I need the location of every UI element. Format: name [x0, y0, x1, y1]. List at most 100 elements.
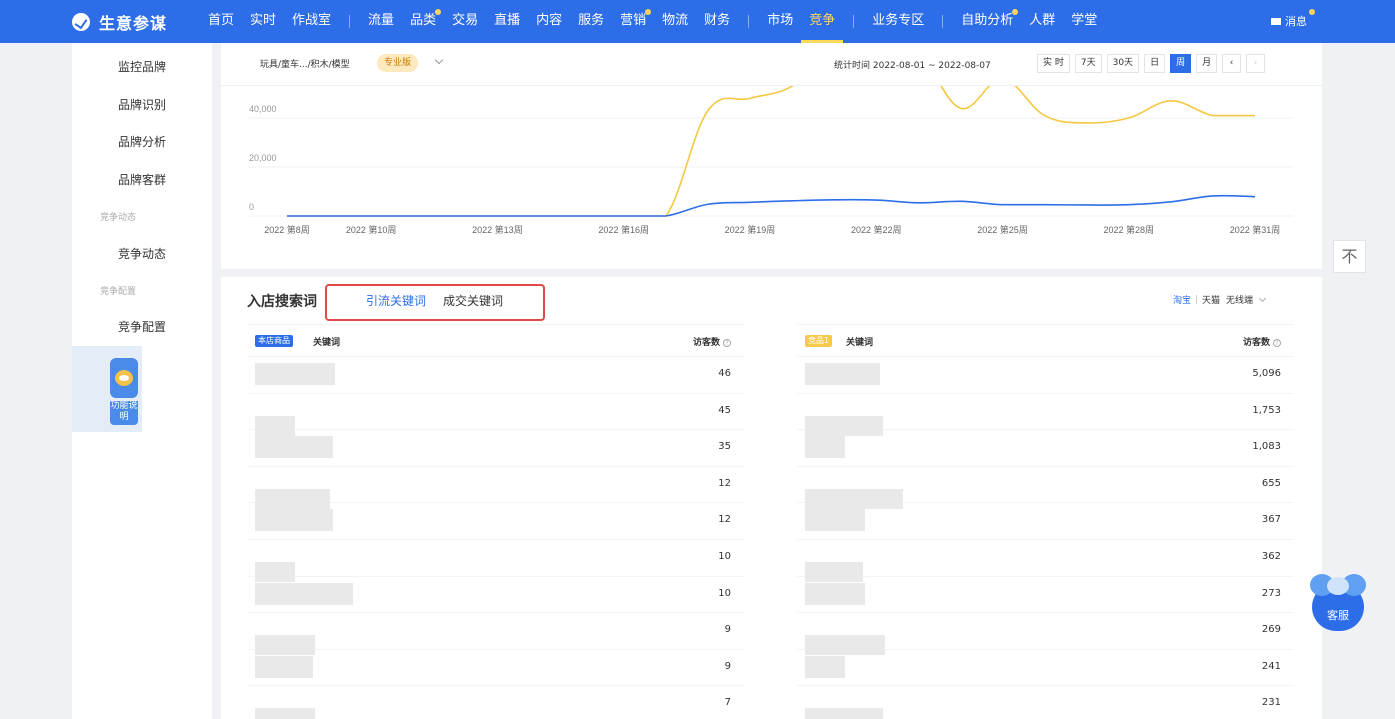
platform-taobao[interactable]: 淘宝 [1173, 293, 1191, 306]
nav-item-label: 服务 [578, 13, 605, 28]
elephant-face-icon [1327, 577, 1349, 595]
nav-item-label: 实时 [250, 13, 277, 28]
x-tick-label: 2022 第19周 [725, 224, 776, 235]
blurred-keyword [805, 655, 845, 678]
period-button[interactable]: 日 [1144, 54, 1166, 73]
competitor-keywords-table: 竞品1 关键词 访客数? 5,096 1,753 1,083 655 367 362 273… [797, 324, 1294, 719]
visitor-count: 273 [1261, 587, 1281, 599]
nav-menu: 首页 实时 作战室 流量 品类 交易 直播 内容 服务 营销 物流 财务 市场 竞争 业务专区 自助分析 人群学… [200, 0, 1105, 43]
sidebar-item[interactable]: 监控品牌 [72, 58, 212, 75]
nav-item[interactable]: 首页 [200, 0, 242, 43]
nav-item-label: 作战室 [292, 13, 332, 28]
chevron-down-icon[interactable] [1259, 294, 1267, 302]
x-tick-label: 2022 第8周 [264, 224, 310, 235]
nav-item-label: 直播 [494, 13, 521, 28]
nav-item[interactable]: 财务 [696, 0, 738, 43]
period-switcher: 实 时 7天 30天日周月 ‹ › [1037, 54, 1266, 73]
edition-badge: 专业版 [377, 54, 419, 72]
visitor-count: 367 [1261, 514, 1281, 526]
chevron-left-icon[interactable]: ‹ [1222, 54, 1242, 73]
nav-item[interactable]: 人群 [1021, 0, 1063, 43]
nav-item-label: 交易 [452, 13, 479, 28]
tab-deal-keywords[interactable]: 成交关键词 [443, 292, 503, 309]
sidebar-item[interactable]: 品牌识别 [72, 96, 212, 113]
table-header: 本店商品 关键词 访客数? [247, 324, 744, 357]
nav-item-label: 流量 [368, 13, 395, 28]
period-button[interactable]: 实 时 [1037, 54, 1070, 73]
nav-item[interactable]: 业务专区 [864, 0, 932, 43]
category-selector[interactable]: 玩具/童车.../积木/模型 [260, 57, 350, 70]
visitor-count: 269 [1261, 624, 1281, 636]
messages-link[interactable]: 消息 [1271, 0, 1315, 43]
nav-item[interactable]: 直播 [486, 0, 528, 43]
period-button[interactable]: 周 [1170, 54, 1192, 73]
table-row: 1,753 [797, 394, 1294, 436]
y-tick-label: 40,000 [249, 104, 277, 114]
nav-item[interactable]: 竞争 [801, 0, 844, 43]
period-button[interactable]: 30天 [1106, 54, 1140, 73]
platform-filter: 淘宝 天猫 无线端 [1173, 293, 1267, 306]
top-navigation: 生意参谋 首页 实时 作战室 流量 品类 交易 直播 内容 服务 营销 物流 财务 市场 竞争 业务专区 自助… [0, 0, 1395, 43]
tab-traffic-keywords[interactable]: 引流关键词 [366, 292, 426, 309]
blurred-keyword [255, 655, 313, 678]
service-label: 客服 [1327, 609, 1349, 622]
nav-item[interactable]: 内容 [528, 0, 570, 43]
nav-item[interactable]: 学堂 [1063, 0, 1105, 43]
nav-item-label: 财务 [704, 13, 731, 28]
table-row: 231 [797, 686, 1294, 719]
visitors-column-header: 访客数? [1243, 335, 1281, 348]
visitor-count: 12 [718, 477, 731, 489]
table-row: 5,096 [797, 357, 1294, 394]
keyword-column-header: 关键词 [313, 338, 341, 348]
nav-divider [748, 15, 750, 28]
table-row: 273 [797, 577, 1294, 614]
competitor-badge: 竞品1 [805, 335, 833, 347]
help-label: 功能说明 [110, 401, 138, 425]
nav-item[interactable]: 作战室 [284, 0, 339, 43]
nav-item[interactable]: 品类 [402, 0, 444, 43]
sidebar-item[interactable]: 品牌客群 [72, 171, 212, 188]
period-button[interactable]: 月 [1196, 54, 1218, 73]
nav-item[interactable]: 服务 [570, 0, 612, 43]
visitors-column-header: 访客数? [693, 335, 731, 348]
help-icon[interactable]: ? [1273, 339, 1281, 347]
sidebar-item[interactable]: 竞争配置 [72, 318, 212, 335]
unread-dot [1309, 9, 1315, 15]
help-icon[interactable]: ? [723, 339, 731, 347]
visitor-count: 1,083 [1252, 441, 1281, 453]
period-button[interactable]: 7天 [1074, 54, 1102, 73]
customer-service-button[interactable]: 客服 [1310, 574, 1366, 631]
mail-icon [1271, 18, 1281, 25]
sidebar-item[interactable]: 品牌分析 [72, 133, 212, 150]
nav-item[interactable]: 实时 [242, 0, 284, 43]
nav-item[interactable]: 物流 [654, 0, 696, 43]
table-row: 655 [797, 467, 1294, 509]
visitor-count: 362 [1261, 550, 1281, 562]
nav-divider [349, 15, 351, 28]
visitor-count: 5,096 [1252, 368, 1281, 379]
own-shop-badge: 本店商品 [255, 335, 293, 347]
table-row: 367 [797, 503, 1294, 540]
feature-help-panel[interactable]: 功能说明 [72, 346, 142, 432]
table-row: 1,083 [797, 430, 1294, 467]
filter-bar: 玩具/童车.../积木/模型 专业版 统计时间 2022-08-01 ~ 202… [221, 43, 1322, 86]
chevron-right-icon[interactable]: › [1246, 54, 1266, 73]
blurred-keyword [805, 582, 865, 605]
nav-item[interactable]: 营销 [612, 0, 654, 43]
nav-item[interactable]: 市场 [759, 0, 801, 43]
messages-label: 消息 [1285, 15, 1307, 28]
chevron-down-icon[interactable] [434, 55, 444, 65]
table-row: 10 [247, 540, 744, 582]
table-row: 269 [797, 613, 1294, 656]
scroll-to-top-button[interactable]: 不 [1333, 240, 1366, 273]
brand-logo[interactable]: 生意参谋 [72, 10, 200, 34]
sidebar-item[interactable]: 竞争动态 [72, 245, 212, 262]
device-selector[interactable]: 无线端 [1226, 293, 1253, 306]
blurred-keyword [255, 708, 315, 719]
nav-item-label: 首页 [208, 13, 235, 28]
platform-tmall[interactable]: 天猫 [1202, 293, 1220, 306]
nav-item[interactable]: 自助分析 [953, 0, 1021, 43]
table-row: 7 [247, 686, 744, 719]
nav-item[interactable]: 交易 [444, 0, 486, 43]
nav-item[interactable]: 流量 [360, 0, 402, 43]
